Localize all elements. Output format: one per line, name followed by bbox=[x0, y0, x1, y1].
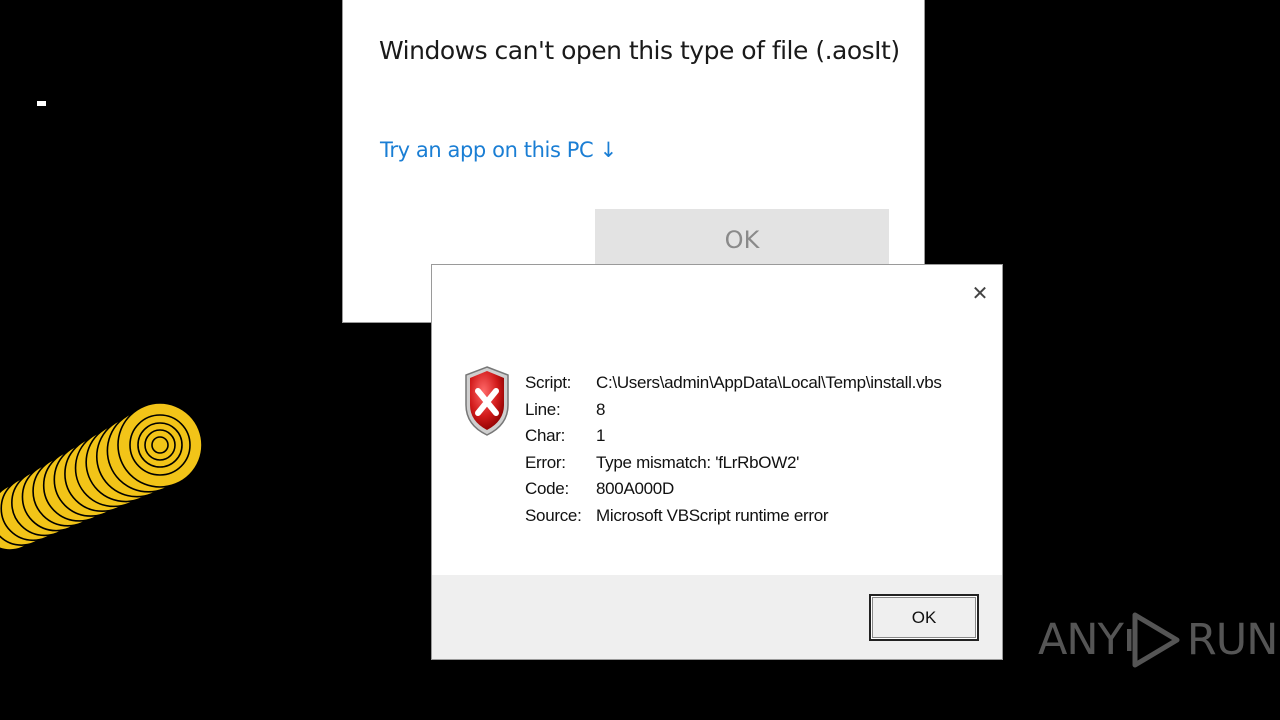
code-row: Code: 800A000D bbox=[525, 479, 674, 498]
swirl-ring bbox=[151, 436, 169, 454]
play-logo-icon bbox=[1126, 612, 1180, 668]
script-error-dialog: ✕ Script: C:\Users\admin\AppData\Local\T… bbox=[431, 264, 1003, 660]
dialog-title: Windows can't open this type of file (.a… bbox=[379, 36, 900, 65]
error-details: Script: C:\Users\admin\AppData\Local\Tem… bbox=[525, 373, 942, 532]
anyrun-watermark: ANY RUN bbox=[1038, 608, 1279, 672]
try-app-link[interactable]: Try an app on this PC ↓ bbox=[380, 138, 617, 162]
error-ok-button[interactable]: OK bbox=[869, 594, 979, 641]
line-row: Line: 8 bbox=[525, 399, 606, 419]
desktop: Windows can't open this type of file (.a… bbox=[0, 0, 1280, 720]
char-row: Char: 1 bbox=[525, 426, 606, 445]
close-icon[interactable]: ✕ bbox=[970, 283, 990, 303]
error-row: Error: Type mismatch: 'fLrRbOW2' bbox=[525, 452, 800, 472]
error-x-icon bbox=[465, 366, 509, 436]
script-row: Script: C:\Users\admin\AppData\Local\Tem… bbox=[525, 373, 942, 392]
source-row: Source: Microsoft VBScript runtime error bbox=[525, 505, 829, 525]
open-with-ok-button[interactable]: OK bbox=[595, 209, 889, 271]
watermark-left-text: ANY bbox=[1038, 615, 1124, 665]
watermark-right-text: RUN bbox=[1186, 615, 1279, 665]
